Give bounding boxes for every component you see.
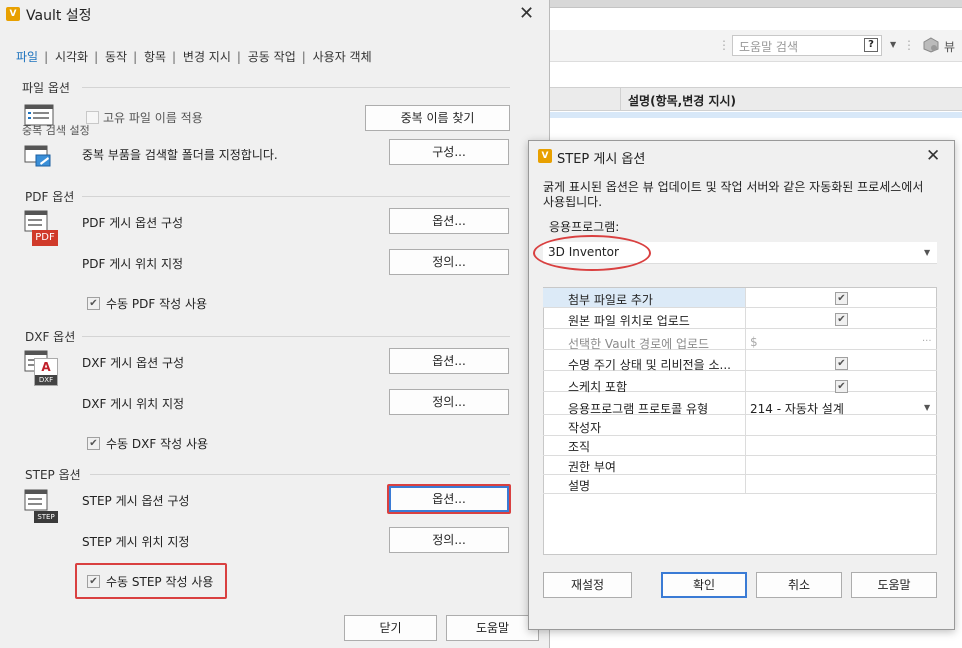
step-help-button[interactable]: 도움말 bbox=[851, 572, 937, 598]
column-header-description[interactable]: 설명(항목,변경 지시) bbox=[628, 92, 736, 109]
option-label: 작성자 bbox=[568, 421, 602, 435]
reset-button[interactable]: 재설정 bbox=[543, 572, 632, 598]
dxf-define-button[interactable]: 정의... bbox=[389, 389, 509, 415]
vault-logo-icon: V bbox=[538, 149, 552, 163]
step-icon: STEP bbox=[24, 489, 58, 525]
chevron-down-icon[interactable]: ▼ bbox=[924, 403, 930, 412]
pdf-publish-options-label: PDF 게시 옵션 구성 bbox=[82, 216, 184, 230]
step-publish-options-label: STEP 게시 옵션 구성 bbox=[82, 494, 190, 508]
protocol-type-value[interactable]: 214 - 자동차 설계 bbox=[750, 400, 844, 417]
tab-change-order[interactable]: 변경 지시 bbox=[183, 50, 231, 64]
close-icon[interactable]: ✕ bbox=[926, 146, 940, 166]
section-divider bbox=[82, 196, 510, 197]
selected-row-strip bbox=[550, 112, 962, 118]
tab-custom-objects[interactable]: 사용자 객체 bbox=[313, 50, 372, 64]
pdf-options-button[interactable]: 옵션... bbox=[389, 208, 509, 234]
dxf-publish-location-label: DXF 게시 위치 지정 bbox=[82, 397, 185, 411]
option-label: 선택한 Vault 경로에 업로드 bbox=[568, 337, 710, 351]
chevron-down-icon[interactable]: ▼ bbox=[924, 248, 930, 257]
tab-file[interactable]: 파일 bbox=[16, 50, 38, 64]
manual-dxf-checkbox[interactable] bbox=[87, 437, 100, 450]
manual-pdf-checkbox[interactable] bbox=[87, 297, 100, 310]
find-duplicate-names-button[interactable]: 중복 이름 찾기 bbox=[365, 105, 510, 131]
duplicate-search-icon bbox=[24, 145, 51, 167]
browse-ellipsis[interactable]: ... bbox=[922, 333, 932, 344]
pdf-icon: PDF bbox=[24, 210, 58, 248]
manual-dxf-label: 수동 DXF 작성 사용 bbox=[106, 437, 209, 451]
option-label: 스케치 포함 bbox=[568, 380, 628, 394]
cancel-button[interactable]: 취소 bbox=[756, 572, 842, 598]
table-row[interactable] bbox=[543, 474, 937, 494]
section-divider bbox=[82, 87, 510, 88]
option-checkbox[interactable] bbox=[835, 380, 848, 393]
tab-items[interactable]: 항목 bbox=[144, 50, 166, 64]
toolbar-separator: ⋮ bbox=[718, 38, 730, 52]
option-label: 권한 부여 bbox=[568, 460, 616, 474]
step-options-title: STEP 옵션 bbox=[25, 468, 81, 482]
highlight-manual-step bbox=[75, 563, 227, 599]
option-value[interactable]: $ bbox=[750, 335, 758, 349]
step-dialog-description: 굵게 표시된 옵션은 뷰 업데이트 및 작업 서버와 같은 자동화된 프로세스에… bbox=[543, 180, 924, 209]
help-dropdown-icon[interactable]: ▼ bbox=[890, 40, 896, 49]
settings-tabs: 파일 | 시각화 | 동작 | 항목 | 변경 지시 | 공동 작업 | 사용자 객체 bbox=[16, 50, 372, 64]
option-label: 원본 파일 위치로 업로드 bbox=[568, 314, 690, 328]
step-publish-location-label: STEP 게시 위치 지정 bbox=[82, 535, 190, 549]
dxf-options-button[interactable]: 옵션... bbox=[389, 348, 509, 374]
tab-collaboration[interactable]: 공동 작업 bbox=[248, 50, 296, 64]
tab-visualization[interactable]: 시각화 bbox=[55, 50, 88, 64]
option-label: 설명 bbox=[568, 479, 591, 493]
unique-filename-label: 고유 파일 이름 적용 bbox=[103, 111, 203, 125]
option-checkbox[interactable] bbox=[835, 313, 848, 326]
dxf-icon: A DXF bbox=[24, 350, 58, 388]
application-label: 응용프로그램: bbox=[549, 220, 620, 234]
manual-pdf-label: 수동 PDF 작성 사용 bbox=[106, 297, 208, 311]
grid-column-divider bbox=[745, 288, 746, 494]
cube-gear-icon[interactable] bbox=[923, 37, 939, 53]
section-divider bbox=[82, 336, 510, 337]
option-label: 응용프로그램 프로토콜 유형 bbox=[568, 402, 709, 416]
pdf-define-button[interactable]: 정의... bbox=[389, 249, 509, 275]
option-label: 첨부 파일로 추가 bbox=[568, 293, 653, 307]
close-icon[interactable]: ✕ bbox=[519, 3, 534, 24]
column-header-bar bbox=[550, 87, 962, 111]
option-label: 수명 주기 상태 및 리비전을 소... bbox=[568, 358, 731, 372]
duplicate-search-title: 중복 검색 설정 bbox=[22, 124, 90, 137]
table-row[interactable] bbox=[543, 416, 937, 436]
step-dialog-title: STEP 게시 옵션 bbox=[557, 152, 646, 167]
ok-button[interactable]: 확인 bbox=[661, 572, 747, 598]
help-search-input[interactable]: 도움말 검색 bbox=[732, 35, 882, 56]
dxf-publish-options-label: DXF 게시 옵션 구성 bbox=[82, 356, 185, 370]
pdf-publish-location-label: PDF 게시 위치 지정 bbox=[82, 257, 184, 271]
tab-behavior[interactable]: 동작 bbox=[105, 50, 127, 64]
option-checkbox[interactable] bbox=[835, 292, 848, 305]
background-title-strip bbox=[550, 0, 962, 8]
toolbar-separator: ⋮ bbox=[903, 38, 915, 52]
vault-logo-icon: V bbox=[6, 7, 20, 21]
option-label: 조직 bbox=[568, 440, 591, 454]
help-question-icon[interactable]: ? bbox=[864, 38, 878, 52]
table-row[interactable] bbox=[543, 436, 937, 456]
file-options-title: 파일 옵션 bbox=[22, 81, 70, 95]
help-button[interactable]: 도움말 bbox=[446, 615, 539, 641]
column-divider[interactable] bbox=[620, 88, 621, 110]
highlight-step-options bbox=[387, 484, 511, 514]
configure-duplicate-search-button[interactable]: 구성... bbox=[389, 139, 509, 165]
pdf-options-title: PDF 옵션 bbox=[25, 190, 75, 204]
option-checkbox[interactable] bbox=[835, 357, 848, 370]
dxf-options-title: DXF 옵션 bbox=[25, 330, 76, 344]
duplicate-search-desc: 중복 부품을 검색할 폴더를 지정합니다. bbox=[82, 148, 278, 162]
view-label[interactable]: 뷰 bbox=[944, 38, 955, 55]
close-button[interactable]: 닫기 bbox=[344, 615, 437, 641]
highlight-application bbox=[533, 235, 651, 271]
section-divider bbox=[90, 474, 510, 475]
vault-dialog-title: Vault 설정 bbox=[26, 8, 92, 24]
step-define-button[interactable]: 정의... bbox=[389, 527, 509, 553]
